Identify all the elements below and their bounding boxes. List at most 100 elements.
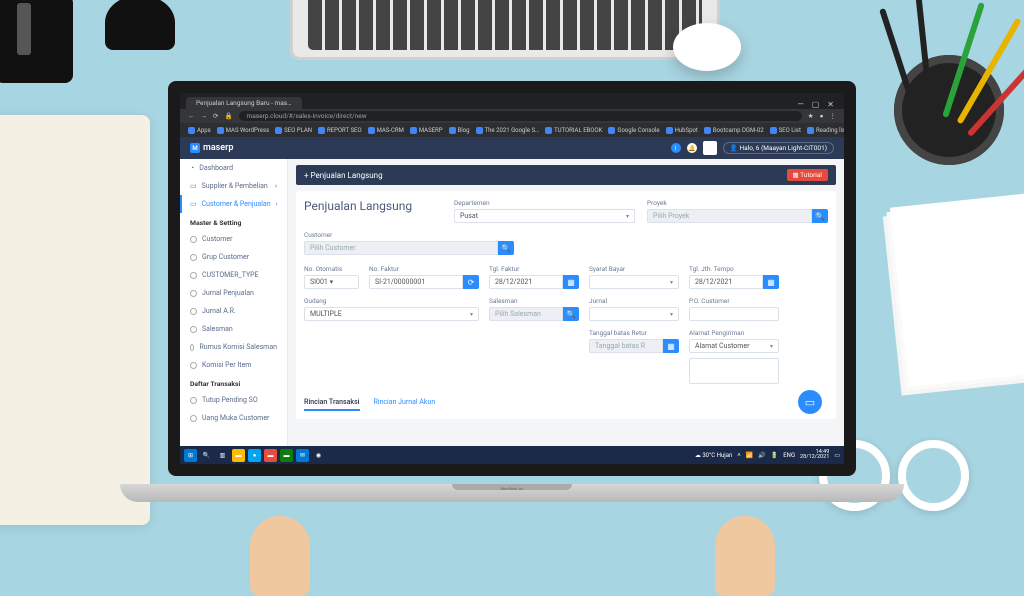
window-minimize-icon[interactable]: — <box>797 100 803 109</box>
app-logo[interactable]: Mmaserp <box>190 143 233 153</box>
proyek-input[interactable]: Pilih Proyek <box>647 209 812 223</box>
gudang-select[interactable]: MULTIPLE <box>304 307 479 321</box>
calendar-icon[interactable]: ▦ <box>663 339 679 353</box>
volume-icon[interactable]: 🔊 <box>758 452 765 459</box>
excel-icon[interactable]: ▬ <box>280 449 293 462</box>
bookmark-item[interactable]: Blog <box>449 127 470 134</box>
alamat-textarea[interactable] <box>689 358 779 384</box>
edge-icon[interactable]: ● <box>248 449 261 462</box>
extensions-icon[interactable]: ★ <box>808 112 814 120</box>
bookmark-item[interactable]: Google Console <box>608 127 659 134</box>
language-indicator[interactable]: ENG <box>783 452 795 459</box>
browser-urlbar: ← → ⟳ 🔒 maserp.cloud/#/sales-invoice/dir… <box>180 109 844 123</box>
notification-icon[interactable]: 🔔 <box>687 143 697 153</box>
bookmarks-bar: Apps MAS WordPress SEO PLAN REPORT SEO MAS-C… <box>180 123 844 137</box>
bookmark-item[interactable]: MASERP <box>410 127 443 134</box>
radio-icon <box>190 326 197 333</box>
wifi-icon[interactable]: 📶 <box>746 452 753 459</box>
sidebar-subitem[interactable]: Uang Muka Customer <box>180 409 287 427</box>
po-customer-input[interactable] <box>689 307 779 321</box>
syarat-bayar-select[interactable] <box>589 275 679 289</box>
sidebar-item-customer[interactable]: ▭Customer & Penjualan› <box>180 195 287 213</box>
bookmark-item[interactable]: SEO List <box>770 127 801 134</box>
browser-tab[interactable]: Penjualan Langsung Baru - mas… <box>186 97 302 109</box>
tab-rincian-jurnal[interactable]: Rincian Jurnal Akun <box>374 398 436 411</box>
app-icon[interactable]: ▬ <box>264 449 277 462</box>
sidebar-subitem[interactable]: Customer <box>180 230 287 248</box>
bookmark-item[interactable]: Reading list <box>807 127 844 134</box>
bookmark-item[interactable]: REPORT SEO <box>318 127 362 134</box>
bookmark-item[interactable]: Apps <box>188 127 211 134</box>
battery-icon[interactable]: 🔋 <box>771 452 778 459</box>
start-button[interactable]: ⊞ <box>184 449 197 462</box>
no-otomatis-label: No. Otomatis <box>304 265 359 273</box>
tgl-faktur-input[interactable]: 28/12/2021 <box>489 275 563 289</box>
nav-forward-icon[interactable]: → <box>201 112 208 120</box>
sidebar-subitem[interactable]: Jurnal Penjualan <box>180 284 287 302</box>
bookmark-item[interactable]: TUTORIAL EBOOK <box>545 127 602 134</box>
nav-reload-icon[interactable]: ⟳ <box>213 112 218 120</box>
desk-stapler <box>0 0 73 83</box>
notifications-icon[interactable]: ▭ <box>834 452 840 459</box>
tgl-faktur-label: Tgl. Faktur <box>489 265 579 273</box>
refresh-icon[interactable]: ⟳ <box>463 275 479 289</box>
calendar-icon[interactable]: ▦ <box>563 275 579 289</box>
window-close-icon[interactable]: ✕ <box>827 100 834 109</box>
avatar[interactable] <box>703 141 717 155</box>
browser-tabbar: Penjualan Langsung Baru - mas… — ▢ ✕ <box>180 93 844 109</box>
outlook-icon[interactable]: ✉ <box>296 449 309 462</box>
weather-widget[interactable]: ☁ 30°C Hujan <box>695 452 732 459</box>
nav-back-icon[interactable]: ← <box>188 112 195 120</box>
profile-icon[interactable]: ● <box>820 112 824 120</box>
alamat-select[interactable]: Alamat Customer <box>689 339 779 353</box>
address-bar[interactable]: maserp.cloud/#/sales-invoice/direct/new <box>239 111 802 121</box>
bookmark-item[interactable]: HubSpot <box>666 127 698 134</box>
sidebar-subitem[interactable]: Komisi Per Item <box>180 356 287 374</box>
salesman-input[interactable]: Pilih Salesman <box>489 307 563 321</box>
help-icon[interactable]: i <box>671 143 681 153</box>
jurnal-label: Jurnal <box>589 297 679 305</box>
clock[interactable]: 14:49 28/12/2021 <box>800 450 829 461</box>
tutorial-button[interactable]: ▦ Tutorial <box>787 169 828 181</box>
bookmark-item[interactable]: SEO PLAN <box>275 127 312 134</box>
sidebar-subitem[interactable]: CUSTOMER_TYPE <box>180 266 287 284</box>
search-taskbar-icon[interactable]: 🔍 <box>200 449 213 462</box>
hand-right <box>715 516 775 596</box>
tgl-batas-retur-input[interactable]: Tanggal batas R <box>589 339 663 353</box>
no-otomatis-select[interactable]: SI001 ▾ <box>304 275 359 289</box>
chrome-icon[interactable]: ◉ <box>312 449 325 462</box>
po-customer-label: P.O. Customer <box>689 297 779 305</box>
menu-icon[interactable]: ⋮ <box>830 112 837 120</box>
explorer-icon[interactable]: ▬ <box>232 449 245 462</box>
browser-window: Penjualan Langsung Baru - mas… — ▢ ✕ ← →… <box>180 93 844 464</box>
departemen-select[interactable]: Pusat <box>454 209 635 223</box>
task-view-icon[interactable]: ▥ <box>216 449 229 462</box>
sidebar-item-supplier[interactable]: ▭Supplier & Pembelian› <box>180 177 287 195</box>
sidebar: ◔Dashboard ▭Supplier & Pembelian› ▭Custo… <box>180 159 288 446</box>
search-icon[interactable]: 🔍 <box>812 209 828 223</box>
search-icon[interactable]: 🔍 <box>563 307 579 321</box>
chat-fab[interactable]: ▭ <box>798 390 822 414</box>
sidebar-subitem[interactable]: Tutup Pending SO <box>180 391 287 409</box>
sidebar-subitem[interactable]: Grup Customer <box>180 248 287 266</box>
bookmark-item[interactable]: Bootcamp DGM-02 <box>704 127 764 134</box>
sidebar-item-dashboard[interactable]: ◔Dashboard <box>180 159 287 177</box>
calendar-icon[interactable]: ▦ <box>763 275 779 289</box>
bookmark-item[interactable]: The 2021 Google S… <box>476 127 540 134</box>
sidebar-subitem[interactable]: Salesman <box>180 320 287 338</box>
jurnal-select[interactable] <box>589 307 679 321</box>
no-faktur-input[interactable]: SI-21/00000001 <box>369 275 463 289</box>
desk-pen-cup <box>894 55 1004 165</box>
tab-rincian-transaksi[interactable]: Rincian Transaksi <box>304 398 360 411</box>
customer-label: Customer <box>304 231 514 239</box>
user-menu[interactable]: 👤 Halo, 6 (Maayan Light-CIT001) <box>723 142 834 154</box>
bookmark-item[interactable]: MAS-CRM <box>368 127 404 134</box>
tgl-jth-tempo-input[interactable]: 28/12/2021 <box>689 275 763 289</box>
bookmark-item[interactable]: MAS WordPress <box>217 127 269 134</box>
window-maximize-icon[interactable]: ▢ <box>812 100 820 109</box>
customer-input[interactable]: Pilih Customer <box>304 241 498 255</box>
sidebar-subitem[interactable]: Rumus Komisi Salesman <box>180 338 287 356</box>
search-icon[interactable]: 🔍 <box>498 241 514 255</box>
tray-chevron-icon[interactable]: ˄ <box>737 452 741 459</box>
sidebar-subitem[interactable]: Jurnal A.R. <box>180 302 287 320</box>
